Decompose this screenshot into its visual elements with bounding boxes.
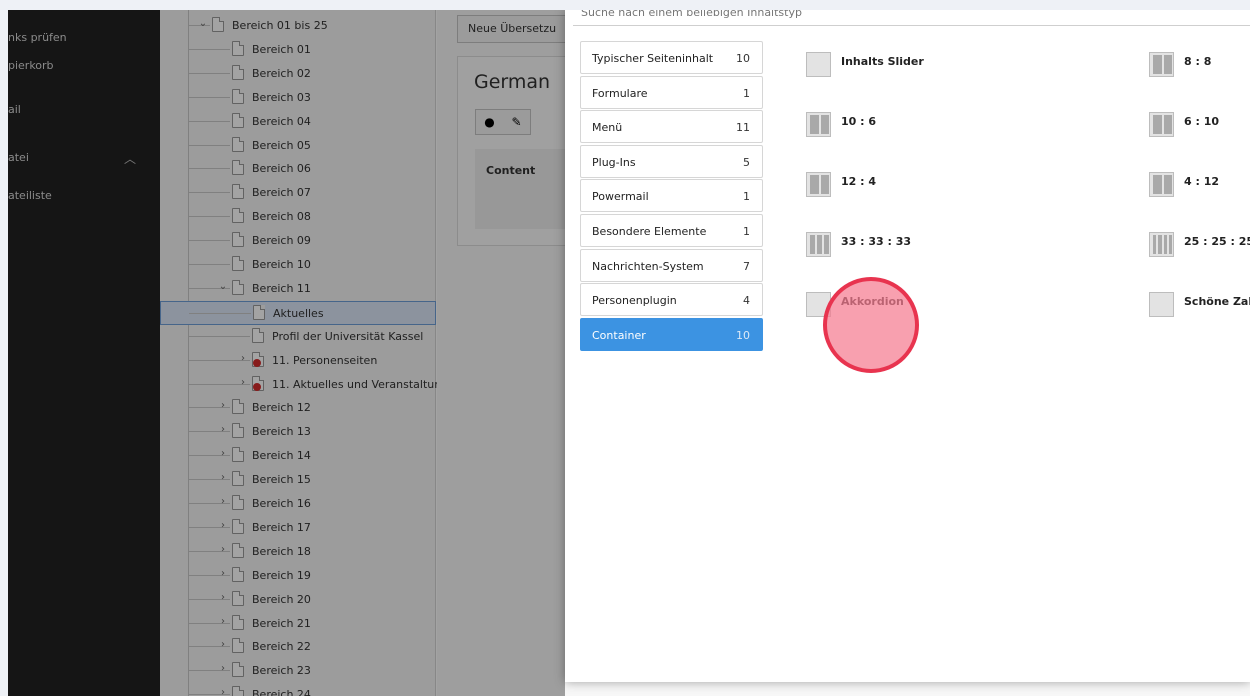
- search-field[interactable]: [573, 10, 1250, 26]
- tab-label: Formulare: [592, 86, 648, 100]
- click-highlight: [823, 277, 919, 373]
- content-element-label: 4 : 12: [1184, 175, 1220, 188]
- backend-window: nks prüfen pierkorb ail atei ︿ ateiliste…: [8, 10, 1250, 696]
- content-element-label: 33 : 33 : 33: [841, 235, 912, 248]
- column-stripe: [810, 115, 819, 134]
- column-stripe: [1163, 55, 1172, 74]
- tab-plug-ins[interactable]: Plug-Ins 5: [580, 144, 763, 178]
- column-stripe: [1153, 235, 1157, 254]
- four-columns-icon: [1149, 232, 1174, 257]
- tab-count: 11: [736, 121, 750, 135]
- tab-count: 5: [743, 155, 750, 169]
- tab-count: 10: [736, 52, 750, 65]
- content-element-item[interactable]: 10 : 6: [806, 112, 1106, 142]
- column-stripe: [810, 175, 819, 194]
- content-element-item[interactable]: Schöne Zal: [1149, 292, 1250, 322]
- column-stripe: [1168, 235, 1172, 254]
- content-element-label: 6 : 10: [1184, 115, 1220, 128]
- tab-formulare[interactable]: Formulare 1: [580, 75, 763, 109]
- tab-menue[interactable]: Menü 11: [580, 110, 763, 144]
- two-columns-icon: [1149, 52, 1174, 77]
- content-element-label: 8 : 8: [1184, 55, 1212, 68]
- counter-icon: [1149, 292, 1174, 317]
- slider-icon: [806, 52, 831, 77]
- content-element-label: Schöne Zal: [1184, 295, 1250, 308]
- column-stripe: [820, 115, 829, 134]
- tab-besondere-elemente[interactable]: Besondere Elemente 1: [580, 213, 763, 247]
- tab-label: Powermail: [592, 190, 649, 204]
- column-stripe: [1158, 235, 1162, 254]
- tab-label: Personenplugin: [592, 294, 677, 308]
- tab-typischer-seiteninhalt[interactable]: Typischer Seiteninhalt 10: [580, 41, 763, 74]
- content-element-label: Inhalts Slider: [841, 55, 924, 68]
- column-stripe: [1153, 115, 1162, 134]
- content-element-item[interactable]: 25 : 25 : 25: [1149, 232, 1250, 262]
- column-stripe: [817, 235, 822, 254]
- two-columns-icon: [1149, 172, 1174, 197]
- content-element-item[interactable]: 33 : 33 : 33: [806, 232, 1106, 262]
- tab-count: 1: [743, 86, 750, 100]
- tab-label: Container: [592, 328, 646, 342]
- tab-count: 4: [743, 294, 750, 308]
- two-columns-icon: [806, 172, 831, 197]
- tab-count: 7: [743, 259, 750, 273]
- content-element-label: 25 : 25 : 25: [1184, 235, 1250, 248]
- column-stripe: [1163, 175, 1172, 194]
- modal-backdrop: [8, 10, 565, 696]
- content-element-item[interactable]: 4 : 12: [1149, 172, 1250, 202]
- content-element-label: 12 : 4: [841, 175, 877, 188]
- tab-container[interactable]: Container 10: [580, 317, 763, 351]
- tab-powermail[interactable]: Powermail 1: [580, 179, 763, 213]
- column-stripe: [820, 175, 829, 194]
- tab-count: 10: [736, 328, 750, 342]
- three-columns-icon: [806, 232, 831, 257]
- tab-label: Besondere Elemente: [592, 224, 707, 238]
- two-columns-icon: [1149, 112, 1174, 137]
- two-columns-icon: [806, 112, 831, 137]
- content-element-item[interactable]: Inhalts Slider: [806, 52, 1106, 82]
- content-element-item[interactable]: 8 : 8: [1149, 52, 1250, 82]
- column-stripe: [1153, 55, 1162, 74]
- tab-count: 1: [743, 224, 750, 238]
- tab-nachrichten-system[interactable]: Nachrichten-System 7: [580, 248, 763, 282]
- tab-label: Menü: [592, 121, 623, 135]
- category-tabs: Typischer Seiteninhalt 10 Formulare 1 Menü…: [580, 41, 763, 352]
- content-element-item[interactable]: 6 : 10: [1149, 112, 1250, 142]
- column-stripe: [1163, 235, 1167, 254]
- column-stripe: [1153, 175, 1162, 194]
- column-stripe: [1163, 115, 1172, 134]
- tab-label: Typischer Seiteninhalt: [592, 52, 714, 65]
- content-element-label: 10 : 6: [841, 115, 877, 128]
- column-stripe: [810, 235, 815, 254]
- content-element-item[interactable]: 12 : 4: [806, 172, 1106, 202]
- tab-personenplugin[interactable]: Personenplugin 4: [580, 283, 763, 317]
- column-stripe: [824, 235, 829, 254]
- tab-label: Plug-Ins: [592, 155, 636, 169]
- tab-label: Nachrichten-System: [592, 259, 704, 273]
- tab-count: 1: [743, 190, 750, 204]
- search-input[interactable]: [581, 10, 1245, 19]
